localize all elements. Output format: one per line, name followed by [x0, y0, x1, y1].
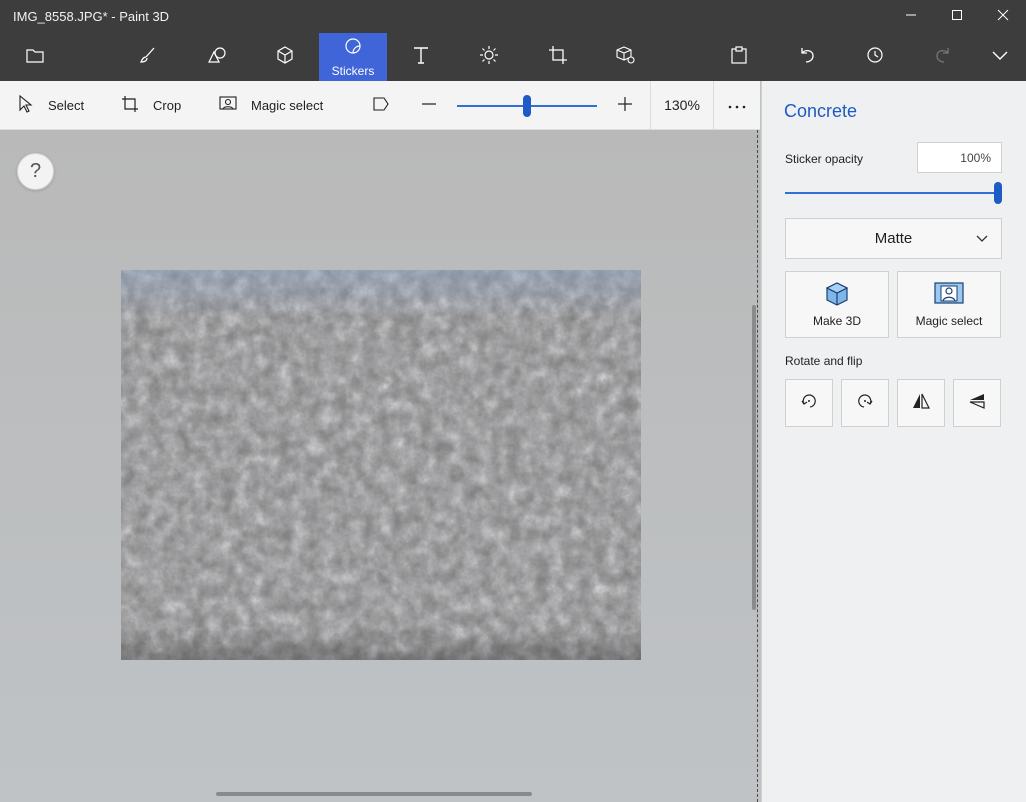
minimize-icon: [905, 8, 917, 26]
help-button[interactable]: ?: [17, 153, 54, 190]
vertical-scrollbar[interactable]: [752, 305, 756, 610]
zoom-out-button[interactable]: [420, 81, 438, 129]
history-button[interactable]: [841, 33, 909, 81]
folder-icon: [25, 46, 45, 69]
crop-icon: [121, 95, 139, 116]
close-icon: [997, 8, 1009, 26]
magic-select-icon: [219, 95, 237, 115]
cursor-icon: [18, 94, 34, 116]
library-icon: [616, 45, 636, 70]
magic-select-tool-label: Magic select: [251, 97, 324, 113]
zoom-value[interactable]: 130%: [650, 81, 714, 129]
brush-icon: [138, 45, 158, 70]
expand-ribbon-button[interactable]: [966, 33, 1026, 81]
stickers-tab[interactable]: Stickers: [319, 33, 387, 81]
title-bar: IMG_8558.JPG* - Paint 3D: [0, 0, 1026, 33]
more-options-button[interactable]: [727, 81, 747, 129]
crop-tool-label: Crop: [153, 97, 182, 113]
rotate-left-icon: [799, 391, 819, 416]
sticker-opacity-label: Sticker opacity: [785, 152, 864, 166]
make-3d-label: Make 3D: [812, 314, 862, 328]
select-tool-label: Select: [48, 97, 85, 113]
flag-icon: [372, 96, 390, 115]
ribbon: Stickers: [0, 33, 1026, 81]
cube-icon: [824, 281, 850, 310]
2d-shapes-button[interactable]: [183, 33, 251, 81]
stickers-tab-label: Stickers: [331, 64, 375, 78]
opacity-slider-thumb[interactable]: [994, 182, 1002, 204]
cube-icon: [275, 45, 295, 70]
concrete-image[interactable]: [121, 270, 641, 660]
canvas-icon: [548, 45, 568, 70]
canvas-boundary: [757, 130, 758, 802]
magic-select-button-label: Magic select: [915, 314, 983, 328]
flip-horizontal-icon: [911, 391, 931, 416]
minimize-button[interactable]: [888, 0, 934, 33]
panel-title: Concrete: [784, 101, 858, 121]
rotate-right-icon: [855, 391, 875, 416]
undo-button[interactable]: [773, 33, 841, 81]
3d-shapes-button[interactable]: [251, 33, 319, 81]
make-3d-button[interactable]: Make 3D: [785, 271, 889, 338]
flip-vertical-button[interactable]: [953, 379, 1001, 427]
history-icon: [865, 45, 885, 70]
sticker-opacity-input[interactable]: 100%: [917, 142, 1002, 173]
undo-icon: [797, 45, 817, 70]
text-icon: [411, 45, 431, 70]
rotate-flip-label: Rotate and flip: [785, 354, 863, 368]
canvas-button[interactable]: [524, 33, 592, 81]
opacity-slider-track[interactable]: [785, 192, 995, 194]
flip-vertical-icon: [967, 391, 987, 416]
paste-button[interactable]: [705, 33, 773, 81]
brushes-button[interactable]: [114, 33, 182, 81]
close-button[interactable]: [980, 0, 1026, 33]
sticker-toolbar: Select Crop Magic select 130%: [0, 81, 760, 130]
window-title: IMG_8558.JPG* - Paint 3D: [13, 9, 170, 24]
menu-button[interactable]: [1, 33, 69, 81]
stickers-side-panel: Concrete Sticker opacity 100% Matte Make…: [761, 81, 1026, 802]
rotate-right-button[interactable]: [841, 379, 889, 427]
chevron-down-icon: [990, 45, 1010, 70]
flip-horizontal-button[interactable]: [897, 379, 945, 427]
finish-dropdown[interactable]: Matte: [785, 218, 1002, 259]
view-3d-button[interactable]: [372, 81, 390, 129]
chevron-down-icon: [975, 232, 989, 250]
3d-library-button[interactable]: [592, 33, 660, 81]
ellipsis-icon: [727, 98, 747, 113]
sun-icon: [479, 45, 499, 70]
text-button[interactable]: [387, 33, 455, 81]
magic-select-button[interactable]: Magic select: [897, 271, 1001, 338]
effects-button[interactable]: [455, 33, 523, 81]
rotate-left-button[interactable]: [785, 379, 833, 427]
sticker-icon: [343, 36, 363, 61]
select-tool[interactable]: Select: [18, 81, 84, 129]
magic-select-tool[interactable]: Magic select: [219, 81, 323, 129]
finish-dropdown-value: Matte: [874, 230, 913, 247]
maximize-icon: [951, 8, 963, 26]
redo-icon: [933, 45, 953, 70]
paste-icon: [729, 45, 749, 70]
maximize-button[interactable]: [934, 0, 980, 33]
shapes-2d-icon: [206, 45, 228, 70]
minus-icon: [420, 95, 438, 116]
zoom-in-button[interactable]: [616, 81, 634, 129]
plus-icon: [616, 95, 634, 116]
horizontal-scrollbar[interactable]: [216, 792, 532, 796]
zoom-slider-thumb[interactable]: [523, 95, 531, 117]
crop-tool[interactable]: Crop: [121, 81, 181, 129]
magic-select-icon: [933, 281, 965, 310]
